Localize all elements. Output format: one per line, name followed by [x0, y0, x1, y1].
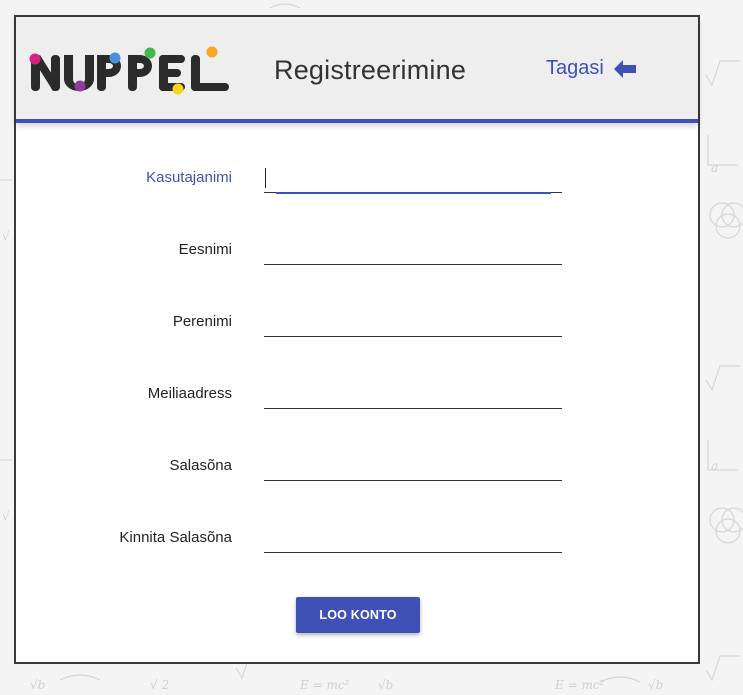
page-title: Registreerimine — [274, 55, 467, 85]
svg-text:√: √ — [2, 509, 10, 523]
username-label: Kasutajanimi — [146, 169, 232, 186]
svg-text:a: a — [711, 161, 718, 175]
form-row-email: Meiliaadress — [16, 375, 698, 415]
lastname-input[interactable] — [264, 309, 562, 337]
form-row-lastname: Perenimi — [16, 303, 698, 343]
form-row-firstname: Eesnimi — [16, 231, 698, 271]
svg-text:a: a — [711, 459, 718, 473]
email-input[interactable] — [264, 381, 562, 409]
svg-text:√b: √b — [648, 678, 663, 692]
lastname-label: Perenimi — [172, 313, 232, 330]
text-caret — [265, 168, 266, 188]
svg-text:√b: √b — [378, 678, 393, 692]
arrow-left-icon — [613, 59, 636, 78]
svg-text:E = mc²: E = mc² — [299, 678, 350, 692]
firstname-label: Eesnimi — [178, 241, 232, 258]
firstname-input[interactable] — [264, 237, 562, 265]
password-input[interactable] — [264, 453, 562, 481]
create-account-button[interactable]: LOO KONTO — [296, 597, 420, 633]
password-label: Salasõna — [169, 457, 232, 474]
form-row-confirm-password: Kinnita Salasõna — [16, 519, 698, 559]
svg-text:√: √ — [2, 229, 10, 243]
back-link[interactable]: Tagasi — [546, 57, 636, 80]
confirm-password-input[interactable] — [264, 525, 562, 553]
svg-text:√b: √b — [30, 678, 45, 692]
svg-text:E = mc²: E = mc² — [554, 678, 605, 692]
confirm-password-label: Kinnita Salasõna — [119, 529, 232, 546]
registration-card: Registreerimine Tagasi Kasutajanimi Eesn… — [14, 15, 700, 664]
nuppel-logo — [29, 46, 229, 95]
svg-text:√ 2: √ 2 — [150, 678, 169, 692]
username-focus-underline — [276, 192, 551, 194]
form-row-username: Kasutajanimi — [16, 159, 698, 199]
card-header: Registreerimine Tagasi — [16, 17, 698, 123]
back-label: Tagasi — [546, 57, 604, 79]
email-label: Meiliaadress — [147, 385, 232, 402]
username-input[interactable] — [264, 165, 562, 193]
form-row-password: Salasõna — [16, 447, 698, 487]
